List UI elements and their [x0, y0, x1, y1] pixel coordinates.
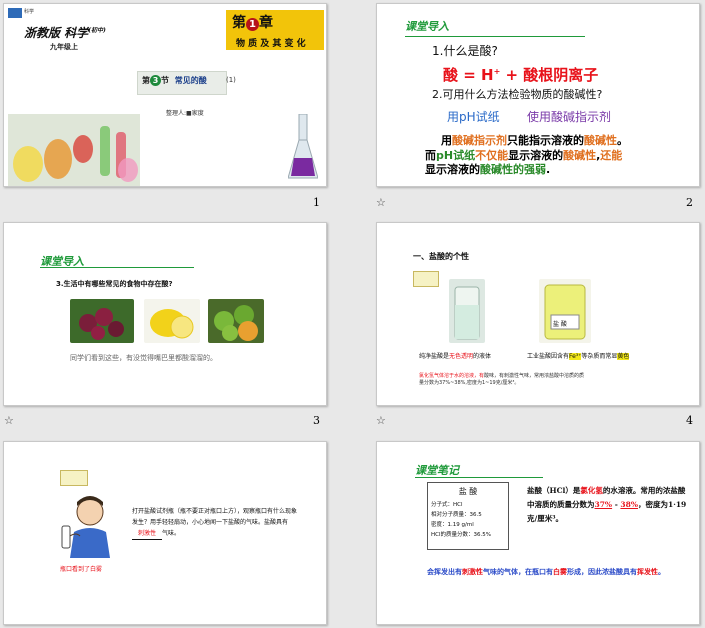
slide-thumbnail-4[interactable]: 一、盐酸的个性 盐 酸 纯净盐酸是无色透明的液体 工业盐酸因含有Fe³⁺等杂质而… [376, 222, 700, 406]
hcl-info-line: 分子式：HCl [431, 502, 463, 508]
small-logo [60, 470, 88, 486]
slide-thumbnail-3[interactable]: 课堂导入 3.生活中有哪些常见的食物中存在酸? 同学们看到这些，有没觉得嘴巴里都… [3, 222, 327, 406]
boy-smelling-illustration [56, 492, 116, 558]
chapter-name: 物 质 及 其 变 化 [236, 39, 306, 49]
hcl-note: 氯化氢气体溶于水的溶液，有酸味，有刺激性气味，常用浓盐酸中溶质的质量分数为37%… [419, 373, 585, 386]
yellow-hcl-bottle-photo [539, 279, 591, 343]
flask-purple-image [288, 114, 318, 179]
lemon-photo [144, 299, 200, 343]
text-run: 显示溶液的 [425, 163, 480, 176]
bottle-label: 盐 酸 [553, 321, 567, 328]
slide-transition-icon-4: ☆ [376, 414, 386, 427]
glassware-image [8, 114, 140, 186]
section-number-badge: 3 [150, 75, 161, 86]
text-run: 酸碱性 [584, 134, 617, 147]
pure-hcl-caption: 纯净盐酸是无色透明的液体 [419, 353, 492, 360]
clear-hcl-bottle-photo [449, 279, 485, 343]
section-heading: 第3节 常见的酸 [142, 75, 207, 86]
hcl-info-line: 密度：1.19 g/ml [431, 522, 474, 528]
question-1: 1.什么是酸? [432, 44, 498, 58]
slide-number-2: 2 [686, 196, 693, 209]
slide-thumbnail-5[interactable]: 打开盐酸试剂瓶（瓶不要正对瓶口上方），观察瓶口有什么现象发生？用手轻轻扇动，小心… [3, 441, 327, 625]
slide-number-3: 3 [313, 414, 320, 427]
hcl-info-lines: 分子式：HCl 相对分子质量：36.5 密度：1.19 g/ml HCl的质量分数：3… [431, 500, 508, 540]
text-run: 还能 [600, 149, 623, 162]
slide-number-1: 1 [313, 196, 320, 209]
flask-red [73, 135, 93, 163]
text-run: 酸碱性 [563, 149, 597, 162]
flask-yellow [13, 146, 43, 182]
text-run: . [546, 163, 551, 176]
hcl-info-line: HCl的质量分数：36.5% [431, 532, 491, 538]
hcl-info-title: 盐 酸 [458, 487, 478, 496]
publisher-logo [8, 8, 22, 18]
acid-definition: 酸 = H+ + 酸根阴离子 [443, 66, 599, 84]
slide-thumbnail-2[interactable]: 课堂导入 1.什么是酸? 酸 = H+ + 酸根阴离子 2.可用什么方法检验物质… [376, 3, 700, 187]
observation-caption: 瓶口看到了白雾 [60, 566, 103, 573]
bayberry-photo [70, 299, 134, 343]
slide-number-4: 4 [686, 414, 693, 427]
text-run: 用 [441, 134, 452, 147]
book-title: 浙教版 科学(初中) [24, 26, 106, 40]
slide-transition-icon-2: ☆ [376, 196, 386, 209]
method-ph-paper: 用pH试纸 [447, 110, 500, 124]
green-citrus-photo [208, 299, 264, 343]
heading-underline [415, 477, 543, 478]
explanation-line-1: 用酸碱指示剂只能指示溶液的酸碱性。 [441, 132, 628, 148]
hcl-paragraph: 盐酸（HCl）是氯化氢的水溶液。常用的浓盐酸中溶质的质量分数为37% - 38%… [527, 486, 687, 523]
question-2: 2.可用什么方法检验物质的酸碱性? [432, 88, 603, 101]
chapter-number-badge: 1 [246, 18, 259, 31]
answer-blank: 刺激性 [132, 528, 162, 540]
explanation-line-3: 显示溶液的酸碱性的强弱. [425, 161, 550, 177]
method-indicator: 使用酸碱指示剂 [527, 110, 612, 124]
hcl-info-box: 盐 酸 分子式：HCl 相对分子质量：36.5 密度：1.19 g/ml HCl的质量… [427, 482, 509, 550]
volatility-note: 会挥发出有刺激性气味的气体，在瓶口有白雾形成，因此浓盐酸具有挥发性。 [427, 567, 665, 576]
industrial-hcl-caption: 工业盐酸因含有Fe³⁺等杂质而常显黄色 [527, 353, 630, 360]
author-label: 整理人:■家度 [166, 110, 204, 117]
chapter-heading: 第1章 [232, 15, 273, 31]
slide-thumbnail-6[interactable]: 课堂笔记 盐 酸 分子式：HCl 相对分子质量：36.5 密度：1.19 g/ml H… [376, 441, 700, 625]
flask-orange [44, 139, 72, 179]
section-heading: 课堂导入 [405, 20, 449, 33]
food-caption: 同学们看到这些，有没觉得嘴巴里都酸溜溜的。 [70, 354, 217, 362]
slide-thumbnail-1[interactable]: 科学 浙教版 科学(初中) 九年级上 第1章 物 质 及 其 变 化 第3节 常… [3, 3, 327, 187]
text-run: 酸碱指示剂 [452, 134, 507, 147]
text-run: 酸碱性的强弱 [480, 163, 546, 176]
publisher-logo-text: 科学 [24, 9, 35, 15]
slide-transition-icon-3: ☆ [4, 414, 14, 427]
heading-underline [40, 267, 194, 268]
section-heading: 课堂笔记 [415, 464, 459, 477]
section-part: (1) [226, 76, 236, 84]
grade-label: 九年级上 [50, 43, 78, 51]
tube-green [100, 126, 110, 176]
text-run: 只能指示溶液的 [507, 134, 584, 147]
flask-pink [118, 158, 138, 182]
hcl-info-line: 相对分子质量：36.5 [431, 512, 482, 518]
experiment-instruction: 打开盐酸试剂瓶（瓶不要正对瓶口上方），观察瓶口有什么现象发生？用手轻轻扇动，小心… [132, 506, 298, 540]
question-3: 3.生活中有哪些常见的食物中存在酸? [56, 280, 173, 288]
text-run: 。 [617, 134, 628, 147]
small-logo [413, 271, 439, 287]
heading-underline [405, 36, 585, 37]
section-heading: 一、盐酸的个性 [413, 252, 469, 261]
